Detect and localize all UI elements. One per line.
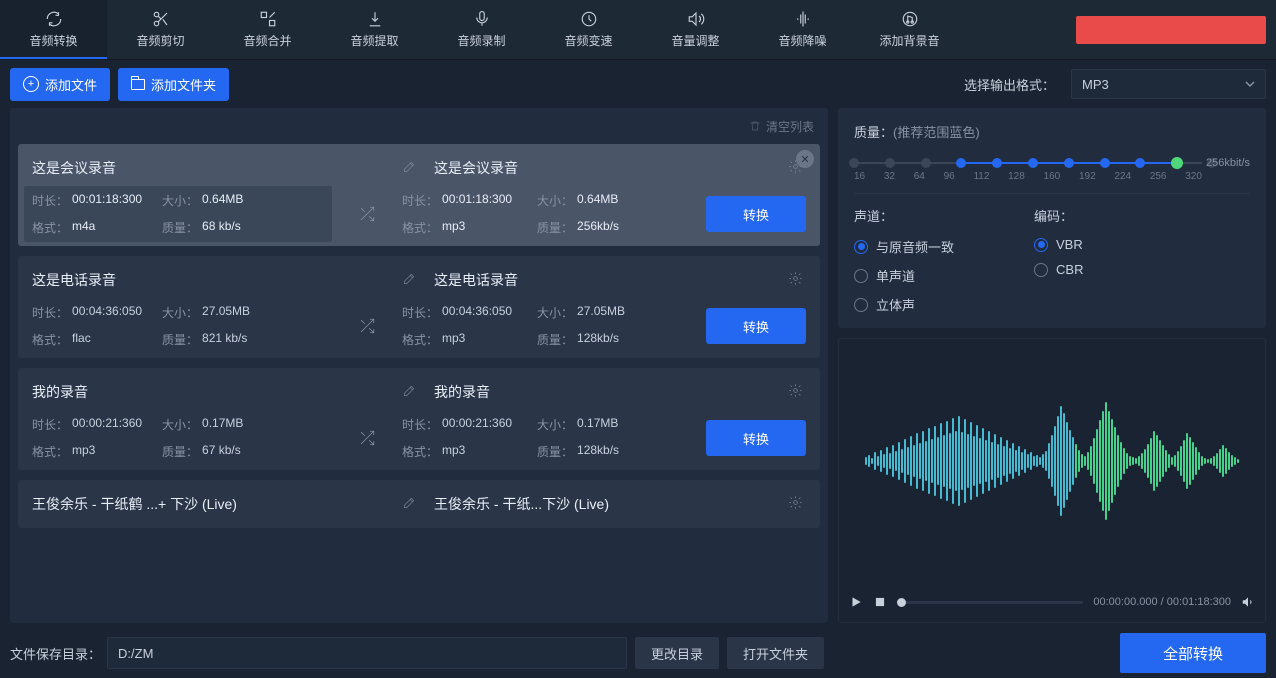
change-dir-button[interactable]: 更改目录 — [635, 637, 719, 669]
gear-icon[interactable] — [788, 383, 806, 401]
channel-radio[interactable]: 与原音频一致 — [854, 237, 954, 256]
save-path-input[interactable]: D:/ZM — [107, 637, 627, 669]
progress-bar[interactable] — [897, 601, 1083, 604]
quality-hint: (推荐范围蓝色) — [893, 125, 980, 140]
src-title: 我的录音 — [32, 382, 402, 402]
file-card[interactable]: 这是电话录音 这是电话录音 时长：00:04:36:050 大小：27.05MB… — [18, 256, 820, 358]
file-list-panel: 清空列表 ✕ 这是会议录音 这是会议录音 时长：00:01:18:300 大小：… — [10, 108, 828, 623]
convert-button[interactable]: 转换 — [706, 420, 806, 456]
save-path-label: 文件保存目录： — [10, 644, 101, 663]
convert-button[interactable]: 转换 — [706, 196, 806, 232]
nav-bgm[interactable]: 添加背景音 — [856, 0, 963, 59]
settings-panel: 质量：(推荐范围蓝色) 1632649611212816019222425632… — [838, 108, 1266, 328]
src-title: 王俊余乐 - 干纸鹤 ...+ 下沙 (Live) — [32, 494, 402, 514]
nav-audio-convert[interactable]: 音频转换 — [0, 0, 107, 59]
encoding-radio[interactable]: VBR — [1034, 237, 1083, 252]
edit-icon[interactable] — [402, 160, 422, 177]
dst-title: 我的录音 — [422, 382, 788, 402]
shuffle-icon[interactable] — [332, 317, 402, 335]
quality-slider[interactable]: 16326496112128160192224256320 256kbit/s — [854, 153, 1250, 183]
timecode: 00:00:00.000 / 00:01:18:300 — [1093, 596, 1231, 608]
dst-meta: 时长：00:00:21:360 大小：0.17MB 格式：mp3 质量：128k… — [402, 416, 652, 460]
file-card[interactable]: ✕ 这是会议录音 这是会议录音 时长：00:01:18:300 大小：0.64M… — [18, 144, 820, 246]
dst-meta: 时长：00:01:18:300 大小：0.64MB 格式：mp3 质量：256k… — [402, 192, 652, 236]
play-icon[interactable] — [849, 595, 863, 609]
convert-all-button[interactable]: 全部转换 — [1120, 633, 1266, 673]
banner — [1076, 16, 1266, 44]
quality-label: 质量： — [854, 125, 893, 140]
open-dir-button[interactable]: 打开文件夹 — [727, 637, 824, 669]
nav-audio-speed[interactable]: 音频变速 — [535, 0, 642, 59]
player: 00:00:00.000 / 00:01:18:300 — [839, 582, 1265, 622]
convert-button[interactable]: 转换 — [706, 308, 806, 344]
gear-icon[interactable] — [788, 271, 806, 289]
volume-icon[interactable] — [1241, 595, 1255, 609]
channel-radio[interactable]: 立体声 — [854, 295, 954, 314]
chevron-down-icon — [1245, 79, 1255, 89]
channel-radio[interactable]: 单声道 — [854, 266, 954, 285]
trash-icon — [749, 120, 761, 132]
add-file-button[interactable]: +添加文件 — [10, 68, 110, 101]
stop-icon[interactable] — [873, 595, 887, 609]
clear-list-button[interactable]: 清空列表 — [749, 118, 814, 135]
src-meta: 时长：00:01:18:300 大小：0.64MB 格式：m4a 质量：68 k… — [24, 186, 332, 242]
dst-title: 王俊余乐 - 干纸...下沙 (Live) — [422, 494, 788, 514]
slider-unit: 256kbit/s — [1206, 157, 1250, 169]
src-meta: 时长：00:04:36:050 大小：27.05MB 格式：flac 质量：82… — [32, 304, 332, 348]
src-meta: 时长：00:00:21:360 大小：0.17MB 格式：mp3 质量：67 k… — [32, 416, 332, 460]
file-card[interactable]: 王俊余乐 - 干纸鹤 ...+ 下沙 (Live) 王俊余乐 - 干纸...下沙… — [18, 480, 820, 528]
edit-icon[interactable] — [402, 496, 422, 513]
encoding-radio[interactable]: CBR — [1034, 262, 1083, 277]
nav-audio-cut[interactable]: 音频剪切 — [107, 0, 214, 59]
src-title: 这是会议录音 — [32, 158, 402, 178]
shuffle-icon[interactable] — [332, 205, 402, 223]
nav-audio-merge[interactable]: 音频合并 — [214, 0, 321, 59]
dst-title: 这是会议录音 — [422, 158, 788, 178]
file-card[interactable]: 我的录音 我的录音 时长：00:00:21:360 大小：0.17MB 格式：m… — [18, 368, 820, 470]
nav-audio-record[interactable]: 音频录制 — [428, 0, 535, 59]
nav-volume[interactable]: 音量调整 — [642, 0, 749, 59]
waveform — [839, 339, 1265, 582]
add-folder-button[interactable]: 添加文件夹 — [118, 68, 229, 101]
edit-icon[interactable] — [402, 272, 422, 289]
toolbar: +添加文件 添加文件夹 选择输出格式： MP3 — [0, 60, 1276, 108]
encoding-options: 编码： VBRCBR — [1034, 206, 1083, 314]
footer: 文件保存目录： D:/ZM 更改目录 打开文件夹 全部转换 — [0, 629, 1276, 677]
shuffle-icon[interactable] — [332, 429, 402, 447]
gear-icon[interactable] — [788, 495, 806, 513]
dst-meta: 时长：00:04:36:050 大小：27.05MB 格式：mp3 质量：128… — [402, 304, 652, 348]
src-title: 这是电话录音 — [32, 270, 402, 290]
output-format-label: 选择输出格式： — [964, 75, 1055, 94]
edit-icon[interactable] — [402, 384, 422, 401]
dst-title: 这是电话录音 — [422, 270, 788, 290]
nav-audio-extract[interactable]: 音频提取 — [321, 0, 428, 59]
nav-noise[interactable]: 音频降噪 — [749, 0, 856, 59]
top-nav: 音频转换 音频剪切 音频合并 音频提取 音频录制 音频变速 音量调整 音频降噪 … — [0, 0, 1276, 60]
preview-panel: 00:00:00.000 / 00:01:18:300 — [838, 338, 1266, 623]
channel-options: 声道： 与原音频一致单声道立体声 — [854, 206, 954, 314]
output-format-select[interactable]: MP3 — [1071, 69, 1266, 99]
close-icon[interactable]: ✕ — [796, 150, 814, 168]
